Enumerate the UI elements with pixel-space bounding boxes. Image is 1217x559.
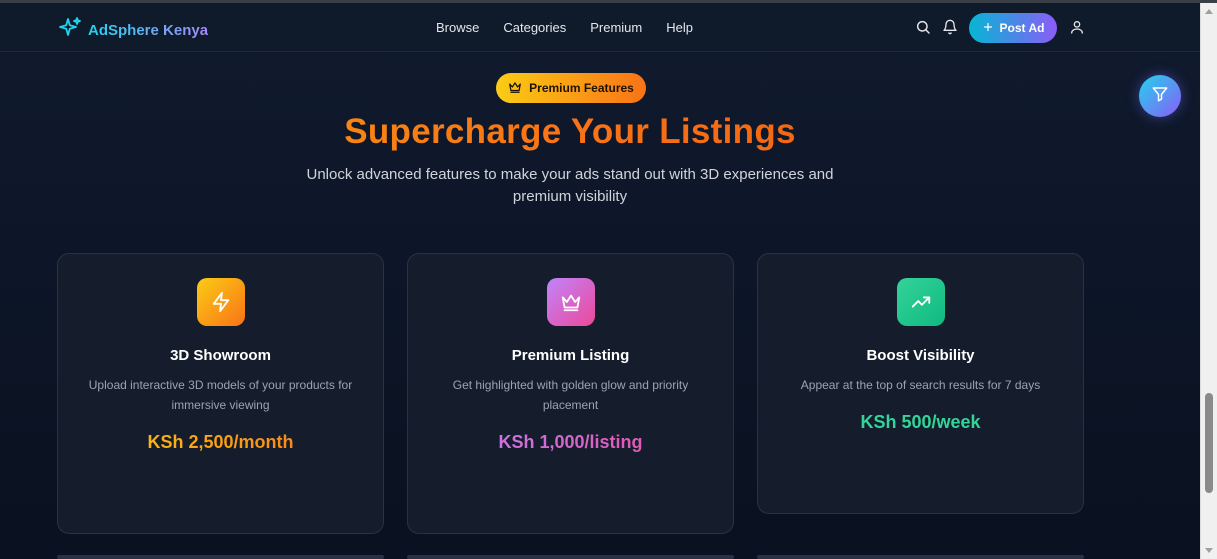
card-price: KSh 500/week <box>860 412 981 432</box>
brand-logo[interactable]: AdSphere Kenya <box>58 16 208 45</box>
card-price: KSh 1,000/listing <box>408 432 733 453</box>
feature-card-boost-visibility[interactable]: Boost Visibility Appear at the top of se… <box>757 253 1084 514</box>
nav-premium[interactable]: Premium <box>590 20 642 35</box>
plus-icon <box>982 21 994 36</box>
card-title: Boost Visibility <box>866 347 975 364</box>
nav-categories[interactable]: Categories <box>503 20 566 35</box>
scroll-down-arrow-icon[interactable] <box>1205 548 1213 553</box>
badge-label: Premium Features <box>529 81 634 95</box>
scrollbar-thumb[interactable] <box>1205 393 1213 493</box>
user-icon[interactable] <box>1069 19 1085 35</box>
card-price: KSh 2,500/month <box>58 432 383 453</box>
card-title: Premium Listing <box>511 347 630 364</box>
post-ad-button[interactable]: Post Ad <box>969 13 1057 43</box>
page-title: Supercharge Your Listings <box>0 112 1140 152</box>
bell-icon[interactable] <box>942 19 958 35</box>
nav-browse[interactable]: Browse <box>436 20 479 35</box>
next-row-card-edge <box>757 555 1084 559</box>
post-ad-label: Post Ad <box>999 21 1045 35</box>
card-description: Appear at the top of search results for … <box>800 378 1041 392</box>
feature-card-premium-listing[interactable]: Premium Listing Get highlighted with gol… <box>407 253 734 534</box>
sparkles-icon <box>58 16 82 45</box>
top-navbar: AdSphere Kenya Browse Categories Premium… <box>0 3 1200 52</box>
brand-name: AdSphere Kenya <box>88 22 209 39</box>
next-row-card-edge <box>407 555 734 559</box>
filter-icon <box>1151 85 1169 108</box>
premium-features-badge: Premium Features <box>496 73 646 103</box>
crown-icon <box>508 80 522 97</box>
card-description: Upload interactive 3D models of your pro… <box>88 378 353 412</box>
next-row-card-edge <box>57 555 384 559</box>
scroll-up-arrow-icon[interactable] <box>1205 9 1213 14</box>
trending-up-icon <box>897 278 945 326</box>
crown-icon <box>547 278 595 326</box>
card-title: 3D Showroom <box>170 347 271 364</box>
page-scrollbar[interactable] <box>1200 3 1217 559</box>
nav-help[interactable]: Help <box>666 20 693 35</box>
lightning-icon <box>197 278 245 326</box>
search-icon[interactable] <box>915 19 931 35</box>
main-nav: Browse Categories Premium Help <box>436 20 717 35</box>
page: AdSphere Kenya Browse Categories Premium… <box>0 0 1217 559</box>
page-subtitle: Unlock advanced features to make your ad… <box>306 166 834 205</box>
filter-button[interactable] <box>1139 75 1181 117</box>
feature-card-3d-showroom[interactable]: 3D Showroom Upload interactive 3D models… <box>57 253 384 534</box>
card-description: Get highlighted with golden glow and pri… <box>452 378 689 412</box>
